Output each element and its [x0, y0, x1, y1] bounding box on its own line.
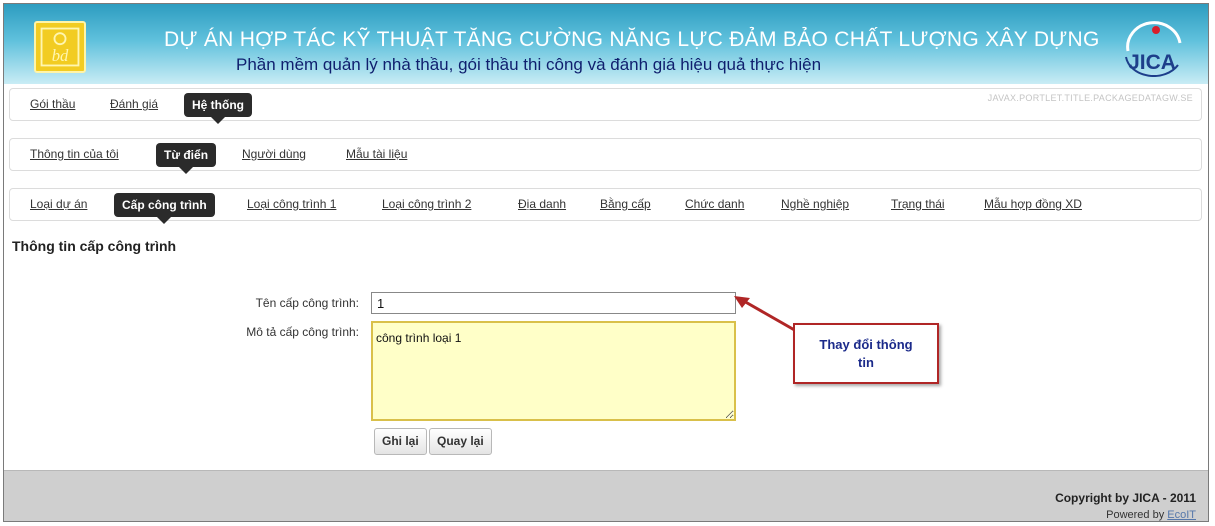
- callout-arrow-icon: [734, 296, 799, 334]
- description-textarea[interactable]: công trình loại 1: [371, 321, 736, 421]
- nav-bang-cap[interactable]: Bằng cấp: [600, 189, 651, 220]
- annotation-callout: Thay đổi thông tin: [793, 323, 939, 384]
- jica-logo[interactable]: JICA: [1118, 21, 1186, 77]
- jica-icon: JICA: [1125, 21, 1182, 77]
- nav-loai-du-an[interactable]: Loại dự án: [30, 189, 87, 220]
- footer: Copyright by JICA - 2011 Powered by EcoI…: [4, 470, 1208, 521]
- logo-text: bd: [52, 46, 69, 65]
- section-title: Thông tin cấp công trình: [12, 238, 177, 254]
- nav-dia-danh[interactable]: Địa danh: [518, 189, 566, 220]
- header-title: DỰ ÁN HỢP TÁC KỸ THUẬT TĂNG CƯỜNG NĂNG L…: [164, 28, 1100, 51]
- logo-icon: bd: [40, 27, 80, 67]
- nav-goi-thau[interactable]: Gói thầu: [30, 89, 75, 120]
- main-nav: Gói thầu Đánh giá Hệ thống JAVAX.PORTLET…: [9, 88, 1202, 124]
- app-frame: bd DỰ ÁN HỢP TÁC KỸ THUẬT TĂNG CƯỜNG NĂN…: [3, 3, 1209, 522]
- ecoit-link[interactable]: EcoIT: [1167, 509, 1196, 521]
- jica-text: JICA: [1128, 51, 1176, 74]
- nav-trang-thai[interactable]: Trạng thái: [891, 189, 945, 220]
- nav-nguoi-dung[interactable]: Người dùng: [242, 139, 306, 170]
- header-subtitle: Phần mềm quản lý nhà thầu, gói thầu thi …: [236, 55, 822, 74]
- back-button[interactable]: Quay lại: [429, 428, 492, 455]
- nav-he-thong[interactable]: Hệ thống: [184, 93, 252, 124]
- nav-cap-cong-trinh[interactable]: Cấp công trình: [114, 193, 215, 224]
- nav-chuc-danh[interactable]: Chức danh: [685, 189, 744, 220]
- powered-by: Powered by EcoIT: [1106, 509, 1196, 521]
- description-label: Mô tả cấp công trình:: [246, 325, 359, 339]
- nav-mau-hop-dong-xd[interactable]: Mẫu hợp đồng XD: [984, 189, 1082, 220]
- nav-mau-tai-lieu[interactable]: Mẫu tài liệu: [346, 139, 407, 170]
- name-input[interactable]: [371, 292, 736, 314]
- portlet-title-id: JAVAX.PORTLET.TITLE.PACKAGEDATAGW.SE: [987, 93, 1193, 103]
- system-nav: Thông tin của tôi Từ điển Người dùng Mẫu…: [9, 138, 1202, 174]
- name-label: Tên cấp công trình:: [255, 296, 359, 310]
- nav-loai-cong-trinh-1[interactable]: Loại công trình 1: [247, 189, 336, 220]
- dictionary-nav: Loại dự án Cấp công trình Loại công trìn…: [9, 188, 1202, 224]
- powered-prefix: Powered by: [1106, 509, 1168, 521]
- nav-loai-cong-trinh-2[interactable]: Loại công trình 2: [382, 189, 471, 220]
- header-banner: bd DỰ ÁN HỢP TÁC KỸ THUẬT TĂNG CƯỜNG NĂN…: [4, 4, 1208, 84]
- nav-danh-gia[interactable]: Đánh giá: [110, 89, 158, 120]
- nav-tu-dien[interactable]: Từ điển: [156, 143, 217, 174]
- project-logo[interactable]: bd: [34, 21, 86, 73]
- callout-line-1: Thay đổi thông: [819, 337, 913, 352]
- copyright-text: Copyright by JICA - 2011: [1055, 491, 1196, 505]
- save-button[interactable]: Ghi lại: [374, 428, 427, 455]
- callout-line-2: tin: [858, 355, 874, 370]
- nav-nghe-nghiep[interactable]: Nghề nghiệp: [781, 189, 849, 220]
- nav-thong-tin-cua-toi[interactable]: Thông tin của tôi: [30, 139, 119, 170]
